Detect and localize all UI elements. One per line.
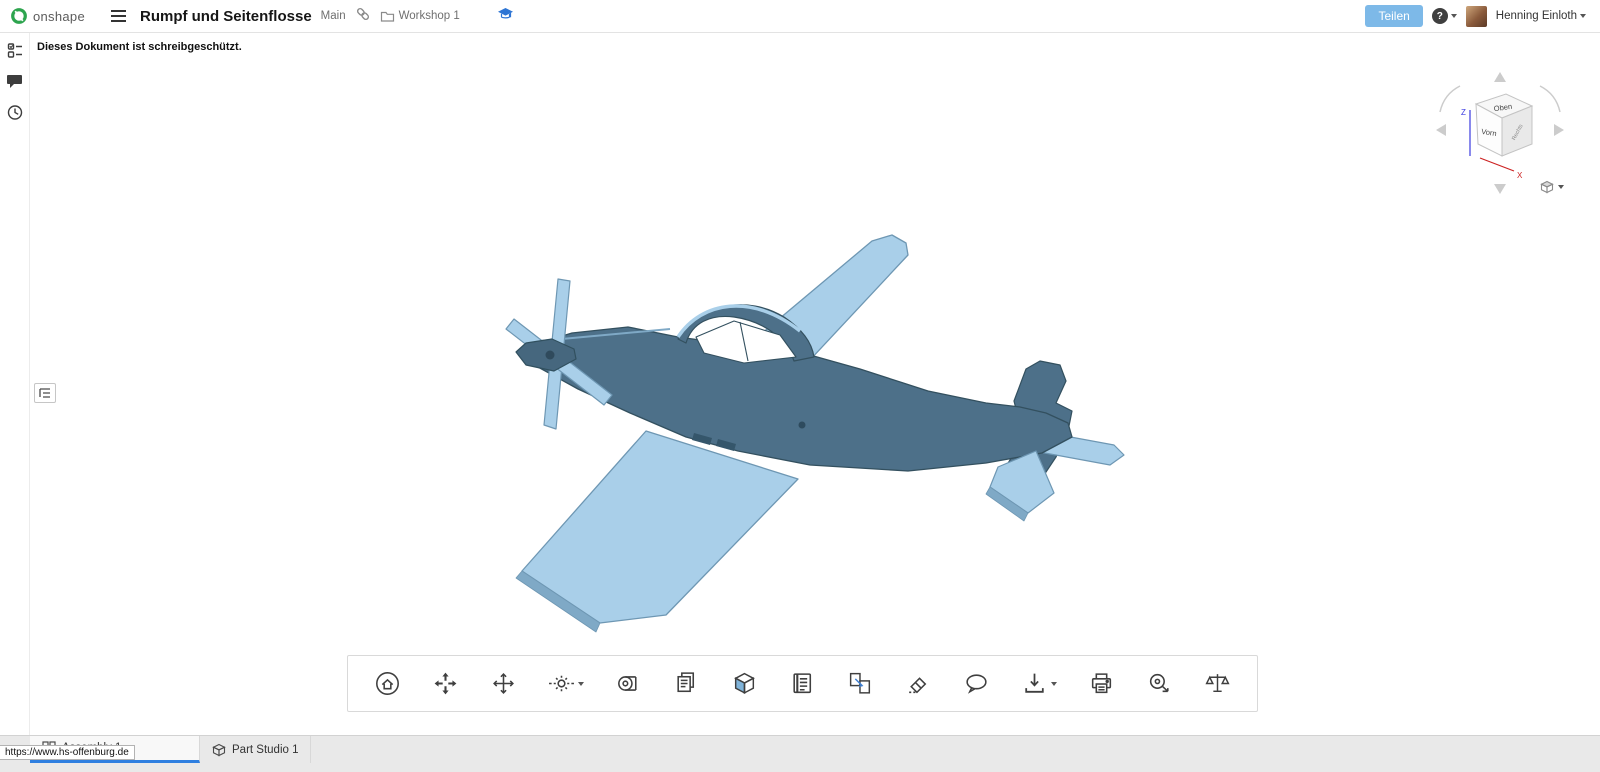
viewcube-arrow-down: [1494, 184, 1506, 194]
avatar[interactable]: [1466, 6, 1487, 27]
folder-label: Workshop 1: [399, 10, 460, 22]
plane-left-wing: [522, 431, 798, 623]
tape-measure-icon: [1146, 670, 1173, 697]
link-icon[interactable]: [355, 6, 371, 27]
document-list-button[interactable]: [786, 667, 819, 700]
readonly-banner: Dieses Dokument ist schreibgeschützt.: [37, 41, 242, 53]
history-clock-icon: [6, 103, 24, 121]
axis-z-label: Z: [1461, 108, 1466, 117]
document-tabs: Assembly 1 Part Studio 1: [30, 736, 1600, 763]
comment-bubble-icon: [963, 670, 990, 697]
feature-list-icon: [38, 386, 52, 400]
chevron-down-icon: [1558, 185, 1564, 189]
brand-wordmark: onshape: [33, 9, 85, 24]
copy-view-icon: [847, 670, 874, 697]
named-views-icon: [673, 670, 700, 697]
chevron-down-icon: [1580, 14, 1586, 18]
eraser-icon: [905, 670, 932, 697]
viewcube-arrow-left: [1436, 124, 1446, 136]
education-badge-icon: [497, 6, 514, 26]
breadcrumb[interactable]: Workshop 1: [380, 10, 460, 23]
status-link-url: https://www.hs-offenburg.de: [0, 745, 135, 760]
balance-scale-icon: [1204, 670, 1231, 697]
user-name: Henning Einloth: [1496, 10, 1577, 22]
download-icon: [1021, 670, 1048, 697]
download-button[interactable]: [1018, 667, 1060, 700]
home-view-button[interactable]: [371, 667, 404, 700]
view-cube[interactable]: Z X Oben Vorn Rechts: [1430, 68, 1570, 198]
checklist-icon: [6, 41, 24, 59]
pan-icon: [432, 670, 459, 697]
comment-button[interactable]: [960, 667, 993, 700]
main-menu-icon[interactable]: [108, 7, 129, 25]
comment-icon: [6, 72, 24, 90]
viewcube-arrow-right: [1554, 124, 1564, 136]
help-icon: ?: [1432, 8, 1448, 24]
isometric-view-button[interactable]: [728, 667, 761, 700]
plane-hole: [799, 422, 806, 429]
named-views-button[interactable]: [670, 667, 703, 700]
comments-panel-button[interactable]: [4, 70, 26, 92]
view-toolbar: [347, 655, 1258, 712]
section-view-icon: [615, 670, 642, 697]
copy-view-button[interactable]: [844, 667, 877, 700]
top-bar: onshape Rumpf und Seitenflosse Main Work…: [0, 0, 1600, 33]
axis-x-label: X: [1517, 171, 1523, 180]
onshape-brand[interactable]: onshape: [10, 7, 85, 25]
document-list-icon: [789, 670, 816, 697]
left-sidebar: [0, 33, 30, 735]
view-orientation-icon: [548, 670, 575, 697]
chevron-down-icon: [578, 682, 584, 686]
airplane-model[interactable]: [480, 225, 1140, 635]
move-button[interactable]: [487, 667, 520, 700]
erase-button[interactable]: [902, 667, 935, 700]
folder-icon: [380, 10, 395, 23]
viewcube-settings-button[interactable]: [1540, 180, 1564, 194]
user-menu[interactable]: Henning Einloth: [1496, 10, 1586, 22]
measure-button[interactable]: [1143, 667, 1176, 700]
checklist-panel-button[interactable]: [4, 39, 26, 61]
move-icon: [490, 670, 517, 697]
chevron-down-icon: [1451, 14, 1457, 18]
feature-list-toggle[interactable]: [34, 383, 56, 403]
section-view-button[interactable]: [612, 667, 645, 700]
tab-bar: Assembly 1 Part Studio 1: [0, 735, 1600, 772]
chevron-down-icon: [1051, 682, 1057, 686]
printer-icon: [1088, 670, 1115, 697]
mass-properties-button[interactable]: [1201, 667, 1234, 700]
workspace-label[interactable]: Main: [321, 10, 346, 22]
part-studio-icon: [212, 743, 226, 757]
cube-icon: [1540, 180, 1554, 194]
help-menu[interactable]: ?: [1432, 8, 1457, 24]
share-button[interactable]: Teilen: [1365, 5, 1422, 27]
header-right-cluster: Teilen ? Henning Einloth: [1365, 5, 1590, 27]
home-icon: [374, 670, 401, 697]
onshape-logo-icon: [10, 7, 28, 25]
document-title: Rumpf und Seitenflosse: [140, 8, 312, 25]
model-canvas[interactable]: Dieses Dokument ist schreibgeschützt.: [30, 33, 1600, 735]
print-button[interactable]: [1085, 667, 1118, 700]
pan-button[interactable]: [429, 667, 462, 700]
isometric-cube-icon: [731, 670, 758, 697]
view-orientation-button[interactable]: [545, 667, 587, 700]
viewcube-arrow-up: [1494, 72, 1506, 82]
history-panel-button[interactable]: [4, 101, 26, 123]
tab-part-studio-1[interactable]: Part Studio 1: [200, 736, 311, 763]
tab-label: Part Studio 1: [232, 744, 298, 756]
